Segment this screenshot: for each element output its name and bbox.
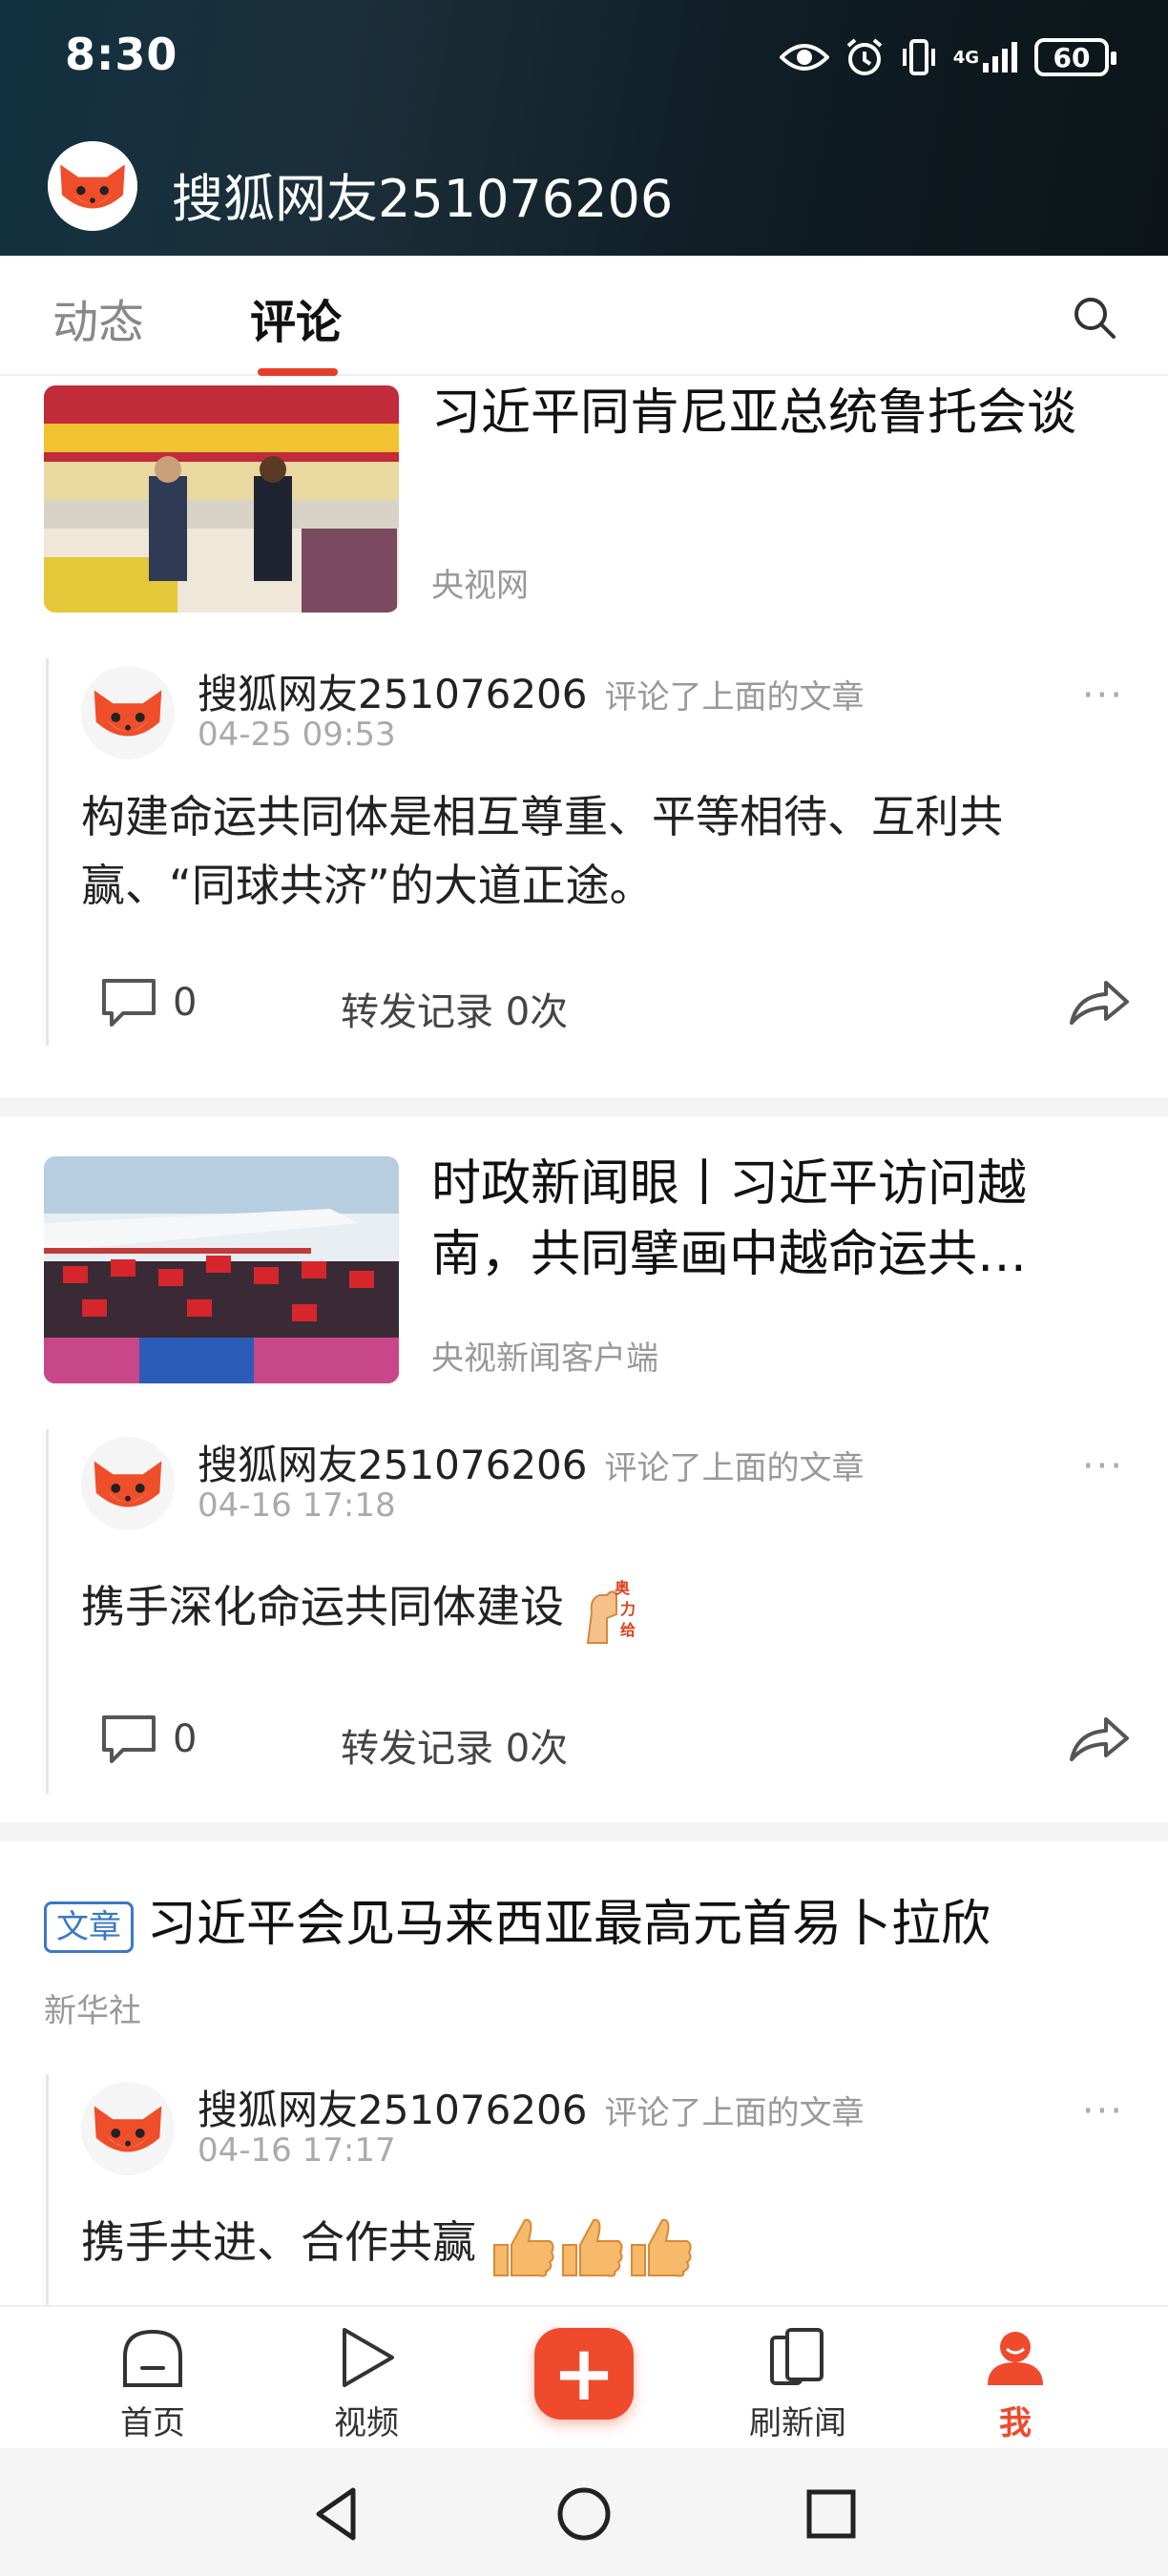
comment-footer: 0 转发记录 0次 <box>100 1710 1131 1771</box>
comment-time: 04-16 17:18 <box>198 1486 396 1525</box>
reply-count: 0 <box>173 1717 198 1761</box>
comments-feed[interactable]: 习近平同肯尼亚总统鲁托会谈 央视网 搜狐网友251076206 评论了上面的文章 … <box>0 378 1168 2305</box>
more-options-button[interactable]: ··· <box>1082 674 1124 717</box>
reply-icon[interactable] <box>100 1714 157 1765</box>
kenya-meeting-image <box>44 385 399 613</box>
article-thumbnail[interactable] <box>44 1156 399 1383</box>
profile-header: 8:30 4G 60 搜狐网友251076206 <box>0 0 1168 256</box>
forward-record[interactable]: 转发记录 0次 <box>341 1717 568 1773</box>
status-time: 8:30 <box>65 29 178 80</box>
profile-username: 搜狐网友251076206 <box>172 169 674 229</box>
add-post-button[interactable]: + <box>534 2328 634 2420</box>
article-title: 习近平会见马来西亚最高元首易卜拉欣 <box>147 1896 991 1953</box>
comment-time: 04-25 09:53 <box>198 716 396 754</box>
article-title[interactable]: 习近平同肯尼亚总统鲁托会谈 <box>431 378 1099 448</box>
forward-record[interactable]: 转发记录 0次 <box>341 981 568 1036</box>
vibrate-icon <box>902 39 935 75</box>
system-navigation-bar <box>0 2448 1168 2576</box>
comment-block: 搜狐网友251076206 评论了上面的文章 04-16 17:17 ··· 携手… <box>46 2074 1124 2305</box>
article-thumbnail[interactable] <box>44 385 399 613</box>
article-title[interactable]: 时政新闻眼丨习近平访问越南，共同擘画中越命运共… <box>431 1149 1099 1290</box>
nav-video[interactable]: 视频 <box>290 2316 443 2450</box>
card-separator <box>0 1822 1168 1841</box>
reply-icon[interactable] <box>100 977 157 1028</box>
profile-tabs: 动态 评论 <box>0 256 1168 376</box>
comment-time: 04-16 17:17 <box>198 2131 396 2170</box>
comment-author[interactable]: 搜狐网友251076206 评论了上面的文章 <box>198 1433 865 1491</box>
article-title-row[interactable]: 文章 习近平会见马来西亚最高元首易卜拉欣 <box>44 1883 991 1955</box>
news-cards-icon <box>770 2328 824 2385</box>
thumbs-up-icon <box>492 2218 692 2276</box>
bottom-navigation: 首页 视频 + 刷新闻 我 <box>0 2305 1168 2448</box>
share-icon[interactable] <box>1068 1714 1131 1765</box>
svg-text:给: 给 <box>620 1621 636 1639</box>
nav-me[interactable]: 我 <box>939 2316 1092 2450</box>
article-source: 新华社 <box>44 1992 141 2030</box>
svg-text:奥: 奥 <box>615 1579 631 1597</box>
article-type-tag: 文章 <box>44 1901 134 1953</box>
comment-text: 携手共进、合作共赢 <box>81 2208 1121 2279</box>
comment-text: 携手深化命运共同体建设 奥 力 给 <box>81 1572 1121 1645</box>
commenter-avatar[interactable] <box>81 666 175 759</box>
feed-card: 时政新闻眼丨习近平访问越南，共同擘画中越命运共… 央视新闻客户端 搜狐网友251… <box>0 1116 1168 1822</box>
fox-avatar-icon <box>81 1437 175 1530</box>
home-circle-icon[interactable] <box>551 2481 617 2547</box>
more-options-button[interactable]: ··· <box>1082 2089 1124 2133</box>
comment-action: 评论了上面的文章 <box>604 1449 865 1487</box>
status-icons: 4G 60 <box>779 32 1116 82</box>
fist-emoji-icon: 奥 力 给 <box>586 1579 636 1644</box>
recent-apps-icon[interactable] <box>798 2481 865 2547</box>
comment-action: 评论了上面的文章 <box>604 678 865 717</box>
commenter-avatar[interactable] <box>81 1437 175 1530</box>
back-icon[interactable] <box>303 2481 370 2547</box>
svg-text:力: 力 <box>620 1600 636 1618</box>
home-icon <box>123 2329 182 2387</box>
play-icon <box>343 2328 394 2387</box>
comment-text: 构建命运共同体是相互尊重、平等相待、互利共赢、“同球共济”的大道正途。 <box>81 791 1003 911</box>
comment-action: 评论了上面的文章 <box>604 2094 865 2132</box>
tab-comments[interactable]: 评论 <box>250 284 342 351</box>
network-indicator: 4G <box>953 36 1019 78</box>
comment-author[interactable]: 搜狐网友251076206 评论了上面的文章 <box>198 2078 865 2136</box>
nav-home[interactable]: 首页 <box>76 2316 229 2450</box>
comment-block: 搜狐网友251076206 评论了上面的文章 04-25 09:53 ··· 构建… <box>46 658 1129 1046</box>
article-source: 央视网 <box>431 567 529 605</box>
vietnam-visit-image <box>44 1156 399 1383</box>
reply-count: 0 <box>173 981 198 1025</box>
fox-avatar-icon <box>48 141 137 231</box>
signal-icon <box>983 42 1017 73</box>
commenter-avatar[interactable] <box>81 2082 175 2175</box>
fox-avatar-icon <box>81 2082 175 2175</box>
user-icon <box>988 2332 1043 2385</box>
card-separator <box>0 1097 1168 1116</box>
search-icon[interactable] <box>1071 294 1118 342</box>
status-bar: 8:30 4G 60 <box>0 0 1168 114</box>
active-tab-indicator <box>258 368 338 376</box>
share-icon[interactable] <box>1068 977 1131 1028</box>
tab-dynamic[interactable]: 动态 <box>52 284 144 351</box>
alarm-icon <box>846 38 882 75</box>
profile-avatar[interactable] <box>48 141 137 231</box>
more-options-button[interactable]: ··· <box>1082 1444 1124 1488</box>
comment-block: 搜狐网友251076206 评论了上面的文章 04-16 17:18 ··· 携手… <box>46 1429 1129 1794</box>
eye-icon <box>779 44 829 71</box>
comment-author[interactable]: 搜狐网友251076206 评论了上面的文章 <box>198 662 865 720</box>
fox-avatar-icon <box>81 666 175 759</box>
comment-footer: 0 转发记录 0次 <box>100 973 1131 1034</box>
article-source: 央视新闻客户端 <box>431 1340 658 1378</box>
nav-news[interactable]: 刷新闻 <box>721 2316 874 2450</box>
feed-card: 习近平同肯尼亚总统鲁托会谈 央视网 搜狐网友251076206 评论了上面的文章 … <box>0 378 1168 1097</box>
battery-indicator: 60 <box>1034 38 1116 76</box>
feed-card: 文章 习近平会见马来西亚最高元首易卜拉欣 新华社 搜狐网友251076206 评论了… <box>0 1841 1168 2305</box>
